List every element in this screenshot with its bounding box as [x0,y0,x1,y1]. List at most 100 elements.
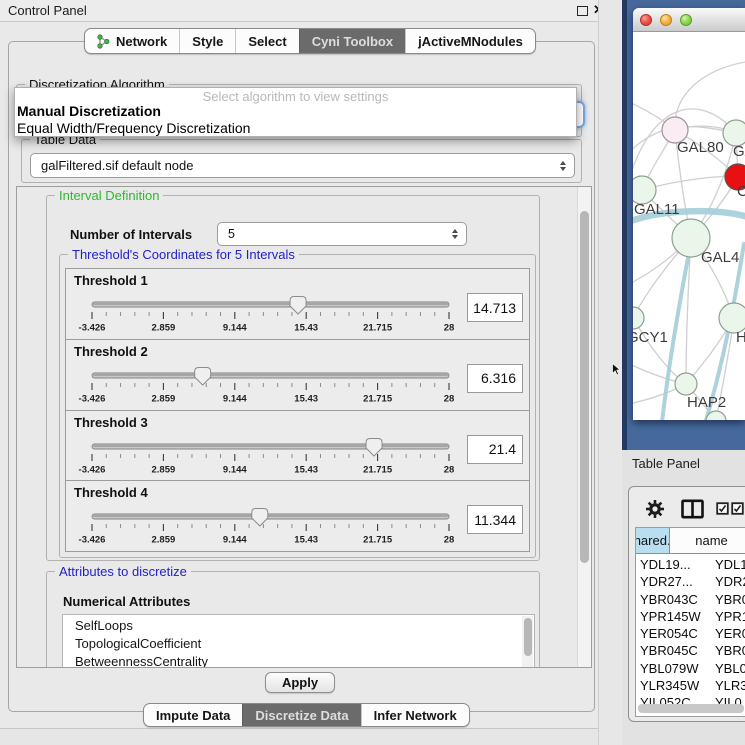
table-row[interactable]: YDL19...YDL1 [636,557,745,574]
checkbox-icon[interactable] [731,502,744,515]
threshold-label: Threshold 4 [74,485,148,500]
tab-select[interactable]: Select [235,29,298,53]
settings-scrollbar[interactable] [577,187,591,667]
dropdown-option-equal-width-frequency[interactable]: Equal Width/Frequency Discretization [15,120,576,136]
table-row[interactable]: YBR045CYBR0 [636,643,745,660]
split-column-icon[interactable] [681,499,704,519]
table-row[interactable]: YLR345WYLR3 [636,678,745,695]
threshold-value-input[interactable] [467,293,523,322]
network-edge [633,318,686,384]
table-horizontal-scrollbar[interactable] [638,704,744,713]
tab-style[interactable]: Style [179,29,235,53]
interval-definition-group: Interval Definition Number of Intervals … [46,195,540,561]
node-table: shared... name YDL19...YDL1YDR27...YDR2Y… [635,527,745,717]
cell-shared-name: YBR043C [636,592,712,609]
threshold-slider[interactable]: -3.4262.8599.14415.4321.71528 [84,433,464,479]
number-of-intervals-combobox[interactable]: 5 [217,222,467,246]
threshold-slider[interactable]: -3.4262.8599.14415.4321.71528 [84,362,464,408]
threshold-label: Threshold 1 [74,273,148,288]
threshold-value-input[interactable] [467,435,523,464]
node-label: GA [733,143,745,160]
cell-name: YBL0 [712,661,745,678]
tab-impute-data[interactable]: Impute Data [144,704,242,726]
algorithm-dropdown-popup: Select algorithm to view settings Manual… [14,87,577,137]
tab-label: Infer Network [374,708,457,723]
cell-name: YER0 [712,626,745,643]
threshold-row: Threshold 1 -3.426 2.859 9.144 15.43 21.715 28 [66,269,529,340]
network-node[interactable] [675,373,697,395]
node-label: HAP2 [687,394,726,411]
scrollbar-thumb[interactable] [580,211,589,563]
cell-name: YBR0 [712,643,745,660]
svg-text:-3.426: -3.426 [79,323,106,334]
svg-text:28: 28 [444,323,455,334]
slider-handle[interactable] [366,438,382,456]
attribute-list-item[interactable]: SelfLoops [63,617,534,635]
svg-text:21.715: 21.715 [363,464,393,475]
table-row[interactable]: YBL079WYBL0 [636,661,745,678]
threshold-slider[interactable]: -3.4262.8599.14415.4321.71528 [84,291,464,337]
tab-infer-network[interactable]: Infer Network [361,704,469,726]
slider-handle[interactable] [195,367,211,385]
svg-text:15.43: 15.43 [294,323,318,334]
numerical-attributes-list[interactable]: SelfLoopsTopologicalCoefficientBetweenne… [62,614,535,668]
checkbox-icon[interactable] [716,502,729,515]
cell-name: YPR1 [712,609,745,626]
svg-text:21.715: 21.715 [363,393,393,404]
table-row[interactable]: YER054CYER0 [636,626,745,643]
dropdown-option-manual-discretization[interactable]: Manual Discretization [15,103,576,120]
network-graph: GAL80GACGAL11GAL4GCY1HHAP2 [633,32,745,420]
cell-shared-name: YBR045C [636,643,712,660]
float-window-icon[interactable] [577,6,588,16]
table-row[interactable]: YDR27...YDR2 [636,574,745,591]
table-row[interactable]: YBR043CYBR0 [636,592,745,609]
svg-text:2.859: 2.859 [152,535,176,546]
svg-text:15.43: 15.43 [294,535,318,546]
network-window-frame: GAL80GACGAL11GAL4GCY1HHAP2 [622,0,745,450]
apply-button[interactable]: Apply [265,672,335,693]
column-header-shared-name[interactable]: shared... [636,528,670,554]
threshold-value-input[interactable] [467,364,523,393]
panel-title: Control Panel [8,3,87,18]
gear-icon[interactable] [645,499,665,519]
column-header-name[interactable]: name [670,528,745,554]
node-label: GAL4 [701,249,739,266]
node-label: GAL80 [677,139,724,156]
svg-text:2.859: 2.859 [152,323,176,334]
table-data-combobox[interactable]: galFiltered.sif default node [30,153,575,178]
svg-text:21.715: 21.715 [363,323,393,334]
attributes-scrollbar[interactable] [522,616,533,668]
table-row[interactable]: YPR145WYPR1 [636,609,745,626]
threshold-slider[interactable]: -3.4262.8599.14415.4321.71528 [84,503,464,549]
cell-name: YLR3 [712,678,745,695]
cell-shared-name: YBL079W [636,661,712,678]
svg-text:9.144: 9.144 [223,323,247,334]
slider-handle[interactable] [290,297,306,315]
minimize-traffic-light-icon[interactable] [660,14,672,26]
zoom-traffic-light-icon[interactable] [680,14,692,26]
node-label: C [737,183,745,200]
tab-network[interactable]: Network [85,29,179,53]
close-traffic-light-icon[interactable] [640,14,652,26]
network-canvas[interactable]: GAL80GACGAL11GAL4GCY1HHAP2 [633,32,745,420]
network-node[interactable] [633,176,656,204]
attribute-list-item[interactable]: TopologicalCoefficient [63,635,534,653]
network-node[interactable] [633,307,644,329]
thresholds-group: Threshold's Coordinates for 5 Intervals … [59,254,536,558]
settings-scroll-viewport: Interval Definition Number of Intervals … [16,186,592,668]
tab-cyni-toolbox[interactable]: Cyni Toolbox [299,29,405,53]
tab-jactivemnodules[interactable]: jActiveMNodules [405,29,535,53]
thresholds-container: Threshold 1-3.4262.8599.14415.4321.71528… [65,268,530,552]
tab-discretize-data[interactable]: Discretize Data [242,704,360,726]
panel-divider[interactable] [598,0,622,745]
network-window-titlebar[interactable] [633,8,745,32]
svg-text:21.715: 21.715 [363,535,393,546]
interval-definition-title: Interval Definition [55,188,163,203]
control-panel-titlebar[interactable]: Control Panel ✕ [0,0,598,22]
cell-shared-name: YDL19... [636,557,712,574]
slider-handle[interactable] [252,509,268,527]
attribute-list-item[interactable]: BetweennessCentrality [63,653,534,668]
threshold-value-input[interactable] [467,505,523,534]
scrollbar-thumb[interactable] [524,618,532,656]
cell-shared-name: YPR145W [636,609,712,626]
